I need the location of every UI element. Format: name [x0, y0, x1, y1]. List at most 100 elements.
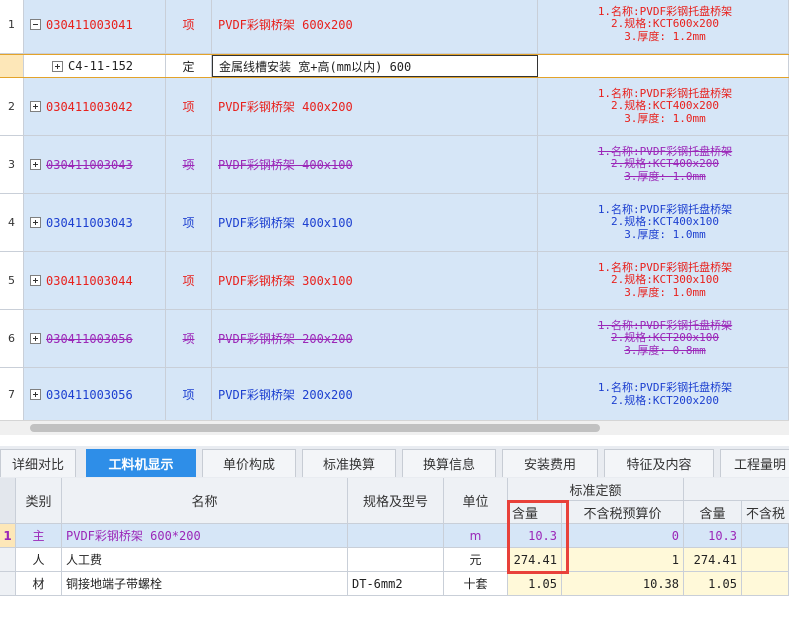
unit-cell[interactable]: 定 — [166, 55, 212, 77]
item-features-cell[interactable]: 1.名称:PVDF彩钢托盘桥架 2.规格:KCT400x100 3.厚度: 1.0m… — [538, 194, 789, 251]
item-name: PVDF彩钢桥架 200x200 — [218, 388, 353, 402]
cell-price[interactable]: 0 — [562, 524, 684, 547]
resource-row[interactable]: 材铜接地端子带螺栓 DT-6mm2 十套 1.05 10.38 1.05 — [0, 572, 789, 596]
expand-icon[interactable] — [30, 333, 41, 344]
tab-6[interactable]: 特征及内容 — [604, 449, 714, 477]
tab-7[interactable]: 工程量明 — [720, 449, 789, 477]
bill-row[interactable]: 4 030411003043 项 PVDF彩钢桥架 400x100 1.名称:PVDF彩… — [0, 194, 789, 252]
cell-qty2[interactable]: 10.3 — [684, 524, 742, 547]
item-code-cell[interactable]: 030411003044 — [24, 252, 166, 309]
item-code-cell[interactable]: 030411003043 — [24, 194, 166, 251]
tab-5[interactable]: 安装费用 — [502, 449, 598, 477]
cell-unit[interactable]: 元 — [444, 548, 508, 571]
col-spec[interactable]: 规格及型号 — [348, 478, 444, 524]
item-features-cell[interactable]: 1.名称:PVDF彩钢托盘桥架 2.规格:KCT200x200 — [538, 368, 789, 420]
cell-category[interactable]: 人 — [16, 548, 62, 571]
col-name[interactable]: 名称 — [62, 478, 348, 524]
unit-cell[interactable]: 项 — [166, 252, 212, 309]
unit-cell[interactable]: 项 — [166, 368, 212, 420]
cell-category[interactable]: 材 — [16, 572, 62, 595]
cell-qty[interactable]: 274.41 — [508, 548, 562, 571]
item-code: 030411003043 — [46, 215, 133, 230]
unit-cell[interactable]: 项 — [166, 0, 212, 53]
item-name-cell[interactable]: PVDF彩钢桥架 400x200 — [212, 78, 538, 135]
cell-unit[interactable]: m — [444, 524, 508, 547]
row-index: 1 — [0, 0, 24, 53]
bill-row[interactable]: 7 030411003056 项 PVDF彩钢桥架 200x200 1.名称:PVDF彩… — [0, 368, 789, 420]
cell-qty2[interactable]: 274.41 — [684, 548, 742, 571]
item-name-cell[interactable]: PVDF彩钢桥架 300x100 — [212, 252, 538, 309]
item-name-cell[interactable]: PVDF彩钢桥架 200x200 — [212, 368, 538, 420]
expand-icon[interactable] — [30, 159, 41, 170]
row-index — [0, 55, 24, 77]
expand-icon[interactable] — [30, 275, 41, 286]
item-name-cell[interactable]: PVDF彩钢桥架 400x100 — [212, 136, 538, 193]
cell-name[interactable]: PVDF彩钢桥架 600*200 — [62, 524, 348, 547]
item-features-cell[interactable]: 1.名称:PVDF彩钢托盘桥架 2.规格:KCT600x200 3.厚度: 1.2m… — [538, 0, 789, 53]
col-qty-2[interactable]: 含量 — [684, 501, 742, 524]
unit-label: 项 — [182, 332, 195, 346]
row-index: 7 — [0, 368, 24, 420]
item-name-cell[interactable]: PVDF彩钢桥架 200x200 — [212, 310, 538, 367]
cell-price[interactable]: 1 — [562, 548, 684, 571]
item-features-cell[interactable] — [538, 55, 789, 77]
col-category[interactable]: 类别 — [16, 478, 62, 524]
cell-spec[interactable]: DT-6mm2 — [348, 572, 444, 595]
item-code-cell[interactable]: C4-11-152 — [24, 55, 166, 77]
item-features-cell[interactable]: 1.名称:PVDF彩钢托盘桥架 2.规格:KCT300x100 3.厚度: 1.0m… — [538, 252, 789, 309]
cell-price[interactable]: 10.38 — [562, 572, 684, 595]
item-features-cell[interactable]: 1.名称:PVDF彩钢托盘桥架 2.规格:KCT200x100 3.厚度: 0.8m… — [538, 310, 789, 367]
quota-row[interactable]: C4-11-152 定 金属线槽安装 宽+高(mm以内) 600 — [0, 54, 789, 78]
cell-category[interactable]: 主 — [16, 524, 62, 547]
tab-4[interactable]: 换算信息 — [402, 449, 496, 477]
item-code-cell[interactable]: 030411003056 — [24, 310, 166, 367]
col-price-excl-tax-2[interactable]: 不含税 — [742, 501, 789, 524]
collapse-icon[interactable] — [30, 19, 41, 30]
item-features-cell[interactable]: 1.名称:PVDF彩钢托盘桥架 2.规格:KCT400x200 3.厚度: 1.0m… — [538, 136, 789, 193]
unit-cell[interactable]: 项 — [166, 310, 212, 367]
cell-blank[interactable] — [742, 524, 789, 547]
cell-spec[interactable] — [348, 524, 444, 547]
col-price-excl-tax[interactable]: 不含税预算价 — [562, 501, 684, 524]
tab-1[interactable]: 工料机显示 — [86, 449, 196, 477]
unit-cell[interactable]: 项 — [166, 194, 212, 251]
resource-row[interactable]: 人人工费元 274.41 1 274.41 — [0, 548, 789, 572]
unit-cell[interactable]: 项 — [166, 78, 212, 135]
cell-qty[interactable]: 10.3 — [508, 524, 562, 547]
expand-icon[interactable] — [30, 389, 41, 400]
cell-qty2[interactable]: 1.05 — [684, 572, 742, 595]
expand-icon[interactable] — [30, 217, 41, 228]
unit-cell[interactable]: 项 — [166, 136, 212, 193]
cell-name[interactable]: 人工费 — [62, 548, 348, 571]
item-features-cell[interactable]: 1.名称:PVDF彩钢托盘桥架 2.规格:KCT400x200 3.厚度: 1.0m… — [538, 78, 789, 135]
item-code-cell[interactable]: 030411003041 — [24, 0, 166, 53]
item-name-cell[interactable]: PVDF彩钢桥架 600x200 — [212, 0, 538, 53]
expand-icon[interactable] — [52, 60, 63, 72]
cell-name[interactable]: 铜接地端子带螺栓 — [62, 572, 348, 595]
col-qty[interactable]: 含量 — [508, 501, 562, 524]
scrollbar-thumb[interactable] — [30, 424, 600, 432]
bill-row[interactable]: 6 030411003056 项 PVDF彩钢桥架 200x200 1.名称:PVDF彩… — [0, 310, 789, 368]
tab-2[interactable]: 单价构成 — [202, 449, 296, 477]
feature-line: 3.厚度: 1.0mm — [624, 169, 706, 183]
expand-icon[interactable] — [30, 101, 41, 112]
cell-blank[interactable] — [742, 548, 789, 571]
bill-row[interactable]: 5 030411003044 项 PVDF彩钢桥架 300x100 1.名称:PVDF彩… — [0, 252, 789, 310]
bill-row[interactable]: 2 030411003042 项 PVDF彩钢桥架 400x200 1.名称:PVDF彩… — [0, 78, 789, 136]
horizontal-scrollbar[interactable] — [0, 420, 789, 435]
tab-0[interactable]: 详细对比 — [0, 449, 76, 477]
resource-row[interactable]: 1 主 PVDF彩钢桥架 600*200 m 10.3 0 10.3 — [0, 524, 789, 548]
tab-3[interactable]: 标准换算 — [302, 449, 396, 477]
item-name-cell[interactable]: 金属线槽安装 宽+高(mm以内) 600 — [212, 55, 538, 77]
cell-blank[interactable] — [742, 572, 789, 595]
cell-qty[interactable]: 1.05 — [508, 572, 562, 595]
col-unit[interactable]: 单位 — [444, 478, 508, 524]
item-code-cell[interactable]: 030411003043 — [24, 136, 166, 193]
cell-spec[interactable] — [348, 548, 444, 571]
cell-unit[interactable]: 十套 — [444, 572, 508, 595]
item-name-cell[interactable]: PVDF彩钢桥架 400x100 — [212, 194, 538, 251]
item-code-cell[interactable]: 030411003042 — [24, 78, 166, 135]
bill-row[interactable]: 1 030411003041 项 PVDF彩钢桥架 600x200 1.名称:PVDF彩… — [0, 0, 789, 54]
item-code-cell[interactable]: 030411003056 — [24, 368, 166, 420]
bill-row[interactable]: 3 030411003043 项 PVDF彩钢桥架 400x100 1.名称:PVDF彩… — [0, 136, 789, 194]
